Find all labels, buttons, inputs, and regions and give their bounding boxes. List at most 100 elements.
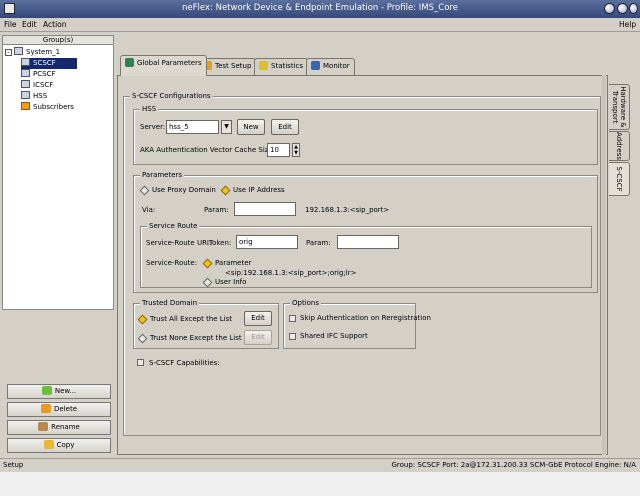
tree-node-label: Subscribers: [33, 103, 74, 111]
group-tree: - System_1 SCSCF PCSCF ICSCF HSS Subscrib…: [2, 45, 114, 310]
collapse-icon[interactable]: -: [5, 49, 12, 56]
vtab-hardware-transport[interactable]: Hardware & Transport: [609, 84, 630, 130]
node-icon: [21, 91, 30, 99]
tab-statistics[interactable]: Statistics: [254, 58, 308, 75]
use-ip-address-label: Use IP Address: [233, 186, 285, 194]
server-dropdown[interactable]: hss_5: [166, 120, 219, 134]
menu-file[interactable]: File: [4, 20, 17, 29]
service-route-label: Service-Route:: [146, 259, 198, 267]
via-param-label: Param:: [204, 206, 229, 214]
system-icon: [14, 47, 23, 55]
trust-all-edit-button[interactable]: Edit: [244, 311, 272, 326]
tree-node-label: SCSCF: [33, 59, 56, 67]
tab-label: Monitor: [323, 62, 350, 70]
use-proxy-domain-radio[interactable]: [140, 186, 148, 194]
status-right: Group: SCSCF Port: 2a@172.31.200.33 SCM-…: [391, 461, 636, 469]
tab-label: Test Setup: [215, 62, 252, 70]
hss-group: HSS Server: hss_5 ▼ New Edit AKA Authent…: [133, 104, 598, 165]
vtab-address[interactable]: Address: [609, 131, 630, 161]
tree-node-subscribers[interactable]: Subscribers: [21, 102, 74, 113]
use-ip-address-radio[interactable]: [221, 186, 229, 194]
delete-button[interactable]: Delete: [7, 402, 111, 417]
copy-button-label: Copy: [56, 441, 75, 449]
use-proxy-domain-label: Use Proxy Domain: [152, 186, 216, 194]
node-icon: [21, 58, 30, 66]
vtab-label: S-CSCF: [615, 166, 623, 192]
trust-none-radio[interactable]: [138, 334, 146, 342]
node-icon: [21, 80, 30, 88]
service-route-title: Service Route: [147, 221, 200, 231]
options-title: Options: [290, 298, 322, 308]
tree-node-label: PCSCF: [33, 70, 56, 78]
tree-node-scscf[interactable]: SCSCF: [21, 58, 77, 69]
menu-help[interactable]: Help: [619, 20, 636, 29]
parameters-title: Parameters: [140, 170, 185, 180]
close-icon[interactable]: [629, 3, 638, 14]
add-icon: [41, 386, 52, 395]
trust-none-label: Trust None Except the List: [150, 334, 242, 342]
statistics-icon: [259, 61, 268, 70]
chevron-down-icon[interactable]: ▼: [221, 120, 232, 134]
menu-action[interactable]: Action: [43, 20, 67, 29]
user-info-radio[interactable]: [203, 278, 211, 286]
aka-spinner[interactable]: ▲ ▼: [292, 143, 300, 157]
hss-edit-button[interactable]: Edit: [271, 119, 299, 135]
trust-none-edit-button[interactable]: Edit: [244, 330, 272, 345]
menu-bar: File Edit Action Help: [0, 18, 640, 32]
subscribers-icon: [21, 102, 30, 110]
tree-node-hss[interactable]: HSS: [21, 91, 47, 102]
token-label: Token:: [209, 239, 232, 247]
shared-ifc-label: Shared IFC Support: [300, 332, 368, 340]
token-input[interactable]: orig: [236, 235, 298, 249]
maximize-icon[interactable]: [617, 3, 628, 14]
globe-icon: [125, 58, 134, 67]
tab-global-parameters[interactable]: Global Parameters: [120, 55, 207, 76]
background-area: [0, 472, 640, 496]
via-label: Via:: [142, 206, 156, 214]
service-route-group: Service Route Service-Route URI: Token: …: [140, 221, 592, 288]
groups-header: Group(s): [2, 35, 114, 45]
minimize-icon[interactable]: [604, 3, 615, 14]
capabilities-label: S-CSCF Capabilities:: [149, 359, 220, 367]
menu-edit[interactable]: Edit: [22, 20, 37, 29]
tree-node-label: HSS: [33, 92, 48, 100]
system-label: System_1: [26, 48, 61, 56]
shared-ifc-checkbox[interactable]: [289, 333, 296, 340]
via-param-input[interactable]: [234, 202, 296, 216]
trust-all-radio[interactable]: [138, 315, 146, 323]
aka-label: AKA Authentication Vector Cache Size: [140, 146, 273, 154]
tab-label: Global Parameters: [137, 59, 202, 67]
group-panel: Group(s) - System_1 SCSCF PCSCF ICSCF HSS…: [2, 35, 114, 455]
main-panel: S-CSCF Configurations HSS Server: hss_5 …: [117, 75, 608, 455]
vtab-scscf[interactable]: S-CSCF: [609, 162, 630, 196]
tree-node-label: ICSCF: [33, 81, 54, 89]
hss-new-button[interactable]: New: [237, 119, 265, 135]
hss-title: HSS: [140, 104, 159, 114]
new-button[interactable]: New...: [7, 384, 111, 399]
capabilities-checkbox[interactable]: [137, 359, 144, 366]
delete-button-label: Delete: [54, 405, 77, 413]
parameter-radio[interactable]: [203, 259, 211, 267]
tree-node-system[interactable]: - System_1: [5, 47, 60, 58]
copy-button[interactable]: Copy: [7, 438, 111, 453]
scscf-config-group: S-CSCF Configurations HSS Server: hss_5 …: [123, 91, 601, 436]
server-label: Server:: [140, 123, 166, 131]
tree-node-icscf[interactable]: ICSCF: [21, 80, 53, 91]
copy-icon: [43, 440, 54, 449]
skip-auth-checkbox[interactable]: [289, 315, 296, 322]
parameters-group: Parameters Use Proxy Domain Use IP Addre…: [133, 170, 598, 293]
vertical-scrollbar[interactable]: [602, 75, 606, 455]
rename-button[interactable]: Rename: [7, 420, 111, 435]
tab-test-setup[interactable]: Test Setup: [198, 58, 257, 75]
tree-node-pcscf[interactable]: PCSCF: [21, 69, 55, 80]
service-route-uri-label: Service-Route URI:: [146, 239, 212, 247]
status-bar: Setup Group: SCSCF Port: 2a@172.31.200.3…: [0, 458, 640, 472]
user-info-label: User Info: [215, 278, 247, 286]
service-route-param-input[interactable]: [337, 235, 399, 249]
delete-icon: [41, 404, 51, 413]
vtab-label: Address: [615, 132, 623, 160]
status-left: Setup: [3, 461, 24, 469]
aka-cache-input[interactable]: 10: [267, 143, 290, 157]
via-address: 192.168.1.3:<sip_port>: [305, 206, 390, 214]
tab-monitor[interactable]: Monitor: [306, 58, 355, 75]
